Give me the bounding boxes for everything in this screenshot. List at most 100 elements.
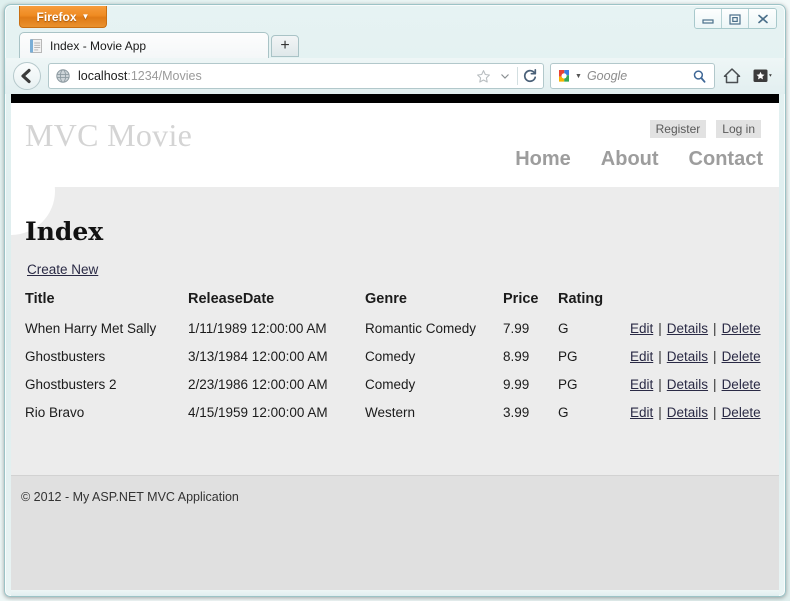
status-bar bbox=[11, 590, 779, 596]
table-row: Ghostbusters 3/13/1984 12:00:00 AM Comed… bbox=[25, 344, 765, 372]
details-link[interactable]: Details bbox=[667, 349, 708, 364]
delete-link[interactable]: Delete bbox=[722, 349, 761, 364]
action-separator: | bbox=[713, 377, 717, 392]
url-host: localhost bbox=[78, 69, 128, 83]
bookmarks-star-icon[interactable] bbox=[749, 62, 777, 90]
address-bar[interactable]: localhost:1234/Movies bbox=[48, 63, 544, 89]
browser-tab[interactable]: Index - Movie App bbox=[19, 32, 269, 58]
cell-title: Ghostbusters 2 bbox=[25, 377, 117, 392]
chevron-down-icon[interactable]: ▼ bbox=[575, 73, 582, 80]
cell-title: Ghostbusters bbox=[25, 349, 106, 364]
cell-price: 3.99 bbox=[503, 405, 530, 420]
page-title: Index bbox=[25, 217, 104, 246]
nav-link-contact[interactable]: Contact bbox=[689, 148, 763, 171]
account-links: Register Log in bbox=[649, 120, 761, 138]
cell-release-date: 1/11/1989 12:00:00 AM bbox=[188, 321, 327, 336]
edit-link[interactable]: Edit bbox=[630, 377, 653, 392]
action-separator: | bbox=[713, 349, 717, 364]
nav-link-about[interactable]: About bbox=[601, 148, 659, 171]
cell-genre: Comedy bbox=[365, 377, 416, 392]
action-separator: | bbox=[713, 405, 717, 420]
tab-strip: Index - Movie App + bbox=[5, 31, 785, 58]
site-header: MVC Movie Register Log in Home About Con… bbox=[11, 103, 779, 187]
login-link[interactable]: Log in bbox=[716, 120, 761, 138]
column-header-rating: Rating bbox=[558, 291, 604, 307]
cell-price: 9.99 bbox=[503, 377, 530, 392]
table-row: Ghostbusters 2 2/23/1986 12:00:00 AM Com… bbox=[25, 372, 765, 400]
cell-title: Rio Bravo bbox=[25, 405, 85, 420]
create-new-link[interactable]: Create New bbox=[27, 262, 98, 277]
close-button[interactable] bbox=[749, 9, 776, 28]
search-bar[interactable]: ▼ Google bbox=[550, 63, 715, 89]
cell-price: 7.99 bbox=[503, 321, 530, 336]
window-controls bbox=[694, 8, 777, 29]
edit-link[interactable]: Edit bbox=[630, 321, 653, 336]
edit-link[interactable]: Edit bbox=[630, 349, 653, 364]
google-icon[interactable] bbox=[556, 68, 572, 84]
delete-link[interactable]: Delete bbox=[722, 377, 761, 392]
browser-window: Firefox ▼ Index - Movie App + localhost:… bbox=[4, 4, 786, 597]
minimize-button[interactable] bbox=[695, 9, 722, 28]
edit-link[interactable]: Edit bbox=[630, 405, 653, 420]
column-header-actions bbox=[618, 291, 765, 316]
column-header-releasedate: ReleaseDate bbox=[188, 291, 275, 307]
cell-actions: Edit | Details | Delete bbox=[618, 316, 765, 344]
site-logo[interactable]: MVC Movie bbox=[25, 117, 192, 154]
cell-rating: PG bbox=[558, 349, 578, 364]
back-arrow-icon[interactable] bbox=[13, 62, 41, 90]
restore-button[interactable] bbox=[722, 9, 749, 28]
table-header-row: Title ReleaseDate Genre Price Rating bbox=[25, 291, 765, 316]
tab-title: Index - Movie App bbox=[50, 38, 147, 53]
site-top-strip bbox=[11, 94, 779, 103]
document-favicon-icon bbox=[28, 38, 44, 54]
table-row: When Harry Met Sally 1/11/1989 12:00:00 … bbox=[25, 316, 765, 344]
action-separator: | bbox=[658, 377, 662, 392]
chevron-down-icon: ▼ bbox=[81, 12, 90, 21]
cell-genre: Comedy bbox=[365, 349, 416, 364]
cell-rating: PG bbox=[558, 377, 578, 392]
footer-text: © 2012 - My ASP.NET MVC Application bbox=[21, 490, 239, 504]
cell-actions: Edit | Details | Delete bbox=[618, 344, 765, 372]
site-footer: © 2012 - My ASP.NET MVC Application bbox=[11, 475, 779, 590]
nav-link-home[interactable]: Home bbox=[515, 148, 571, 171]
delete-link[interactable]: Delete bbox=[722, 405, 761, 420]
column-header-title: Title bbox=[25, 291, 55, 307]
cell-release-date: 3/13/1984 12:00:00 AM bbox=[188, 349, 328, 364]
cell-actions: Edit | Details | Delete bbox=[618, 372, 765, 400]
cell-release-date: 4/15/1959 12:00:00 AM bbox=[188, 405, 328, 420]
action-separator: | bbox=[658, 349, 662, 364]
navigation-toolbar: localhost:1234/Movies ▼ Google bbox=[5, 58, 785, 94]
firefox-menu-button[interactable]: Firefox ▼ bbox=[19, 6, 107, 28]
action-separator: | bbox=[658, 321, 662, 336]
cell-title: When Harry Met Sally bbox=[25, 321, 157, 336]
cell-rating: G bbox=[558, 405, 569, 420]
star-icon[interactable] bbox=[472, 64, 494, 88]
search-icon[interactable] bbox=[688, 64, 710, 88]
page-viewport: MVC Movie Register Log in Home About Con… bbox=[11, 103, 779, 590]
table-row: Rio Bravo 4/15/1959 12:00:00 AM Western … bbox=[25, 400, 765, 428]
cell-genre: Romantic Comedy bbox=[365, 321, 477, 336]
delete-link[interactable]: Delete bbox=[722, 321, 761, 336]
action-separator: | bbox=[658, 405, 662, 420]
chevron-down-icon[interactable] bbox=[494, 64, 516, 88]
cell-actions: Edit | Details | Delete bbox=[618, 400, 765, 428]
site-navigation: Home About Contact bbox=[515, 148, 763, 171]
details-link[interactable]: Details bbox=[667, 405, 708, 420]
new-tab-button[interactable]: + bbox=[271, 35, 299, 57]
home-icon[interactable] bbox=[718, 62, 746, 90]
url-text: localhost:1234/Movies bbox=[78, 69, 472, 83]
globe-icon bbox=[55, 68, 71, 84]
details-link[interactable]: Details bbox=[667, 377, 708, 392]
reload-icon[interactable] bbox=[519, 64, 541, 88]
search-input[interactable]: Google bbox=[587, 69, 688, 83]
cell-price: 8.99 bbox=[503, 349, 530, 364]
register-link[interactable]: Register bbox=[649, 120, 707, 138]
details-link[interactable]: Details bbox=[667, 321, 708, 336]
firefox-menu-label: Firefox bbox=[36, 10, 77, 24]
cell-rating: G bbox=[558, 321, 569, 336]
column-header-price: Price bbox=[503, 291, 539, 307]
toolbar-divider bbox=[517, 67, 518, 85]
site-body: Index Create New Title ReleaseDate Genre… bbox=[11, 147, 779, 475]
column-header-genre: Genre bbox=[365, 291, 407, 307]
cell-genre: Western bbox=[365, 405, 416, 420]
